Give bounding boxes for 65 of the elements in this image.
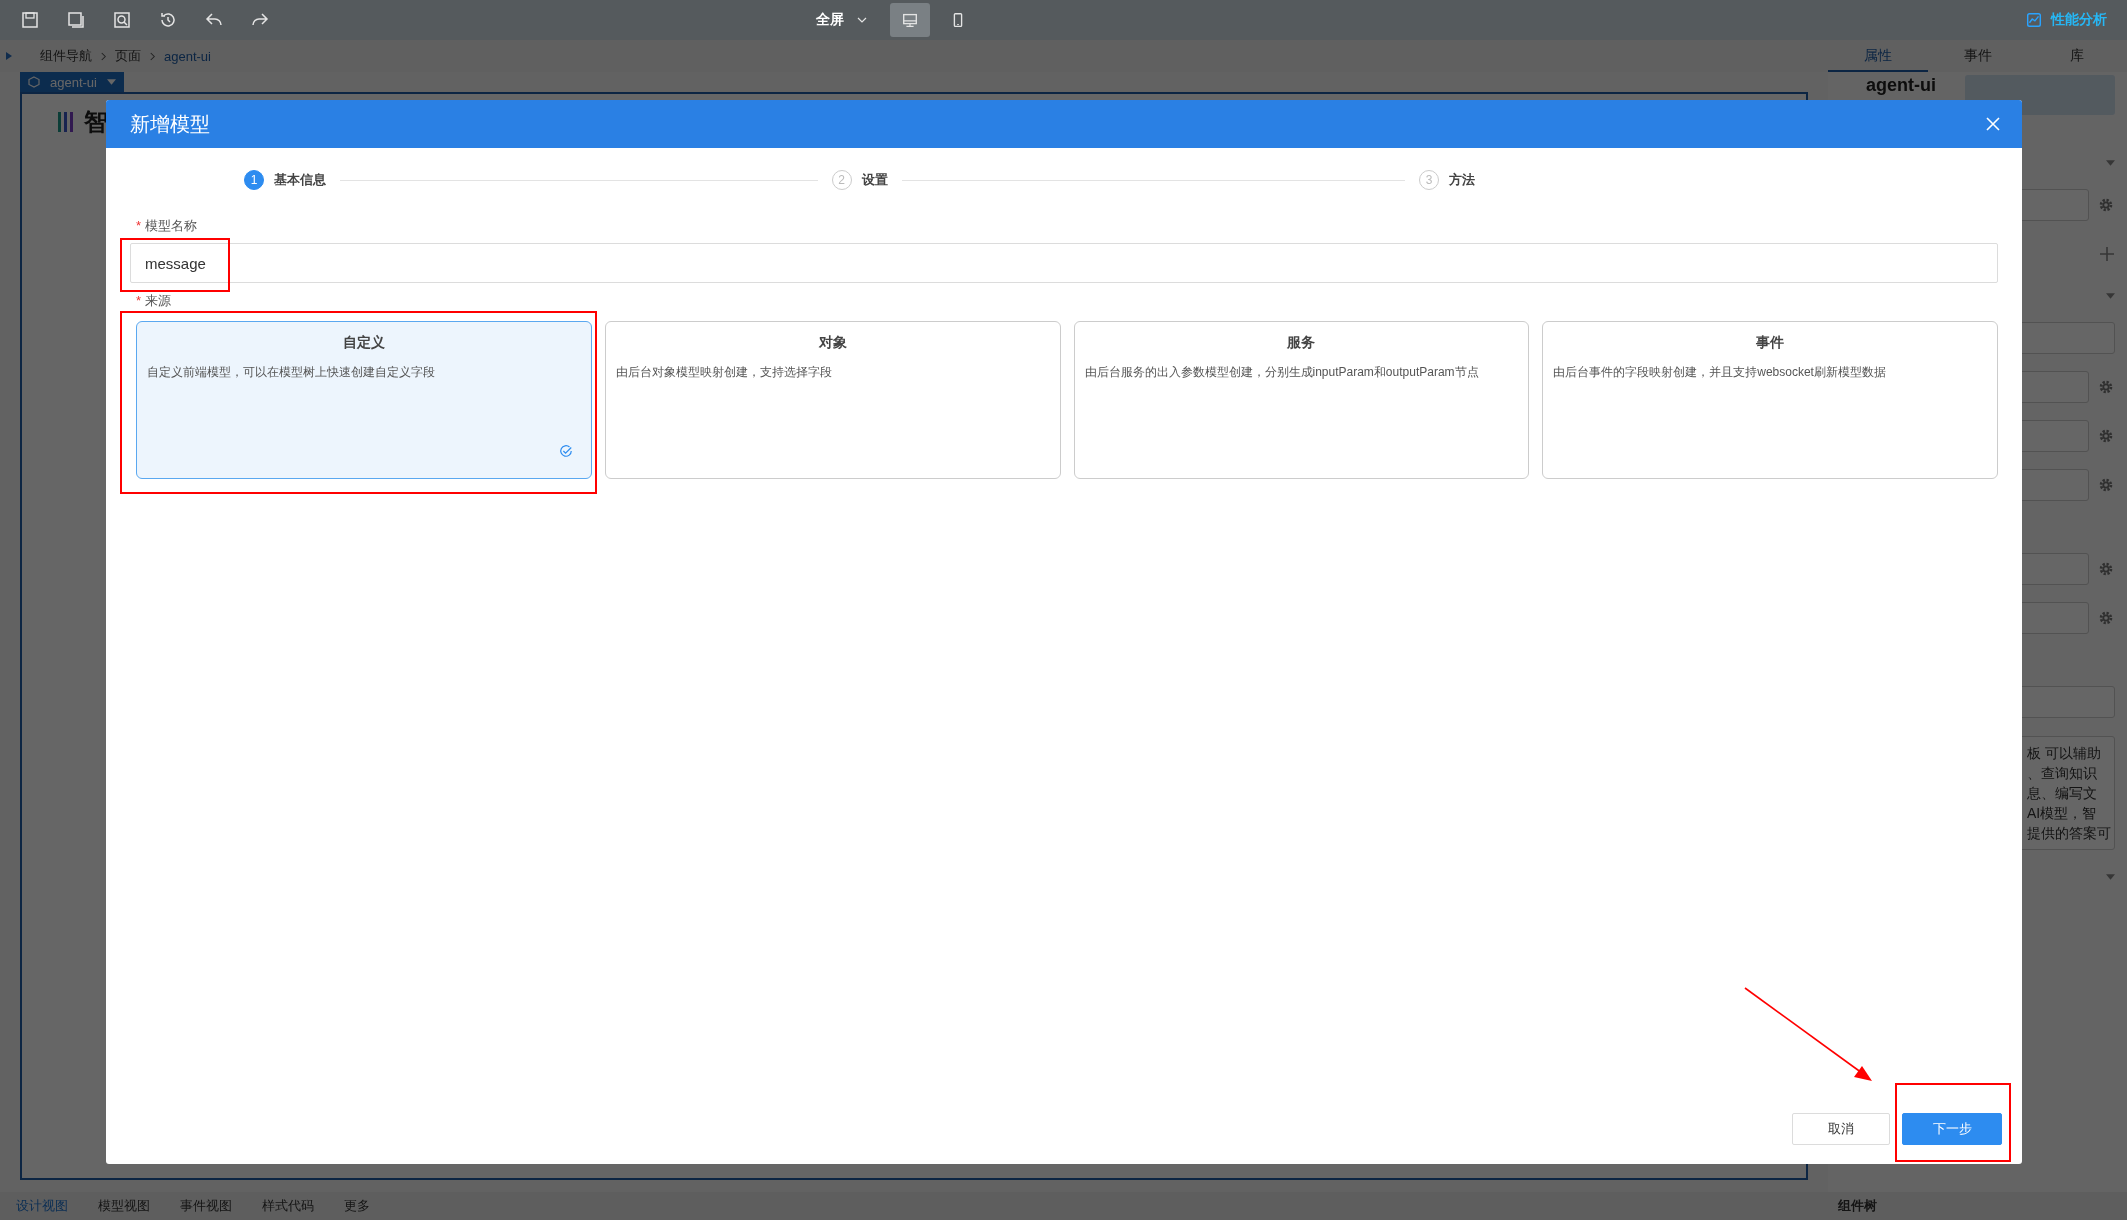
breadcrumb-item[interactable]: 组件导航: [40, 47, 92, 65]
chevron-icon: [100, 51, 107, 61]
breadcrumb-item[interactable]: 页面: [115, 47, 141, 65]
view-tab[interactable]: 设计视图: [16, 1197, 68, 1215]
step-label: 方法: [1449, 171, 1475, 189]
settings-icon[interactable]: [2097, 609, 2115, 627]
caret-icon[interactable]: [2106, 874, 2115, 880]
save-icon[interactable]: [20, 10, 40, 30]
caret-icon[interactable]: [2106, 293, 2115, 299]
panel-tab[interactable]: 库: [2027, 40, 2127, 72]
panel-tab[interactable]: 事件: [1927, 40, 2028, 72]
breadcrumb-item[interactable]: agent-ui: [164, 48, 211, 64]
option-description: 由后台对象模型映射创建，支持选择字段: [615, 364, 833, 381]
required-mark: *: [136, 293, 142, 308]
source-option-card[interactable]: 对象 由后台对象模型映射创建，支持选择字段: [604, 321, 1061, 479]
caret-icon[interactable]: [2106, 160, 2115, 166]
chart-icon[interactable]: [2025, 11, 2043, 29]
field-label: 来源: [145, 293, 172, 308]
settings-icon[interactable]: [2097, 560, 2115, 578]
option-description: 自定义前端模型，可以在模型树上快速创建自定义字段: [147, 364, 436, 381]
source-option-card[interactable]: 事件 由后台事件的字段映射创建，并且支持websocket刷新模型数据: [1542, 321, 1998, 479]
settings-icon[interactable]: [2097, 427, 2115, 445]
view-tab[interactable]: 事件视图: [180, 1197, 232, 1215]
view-tab[interactable]: 模型视图: [98, 1197, 150, 1215]
settings-icon[interactable]: [2097, 378, 2115, 396]
caret-icon[interactable]: [107, 79, 116, 85]
cube-icon: [28, 76, 40, 88]
option-title: 事件: [1755, 334, 1786, 352]
logo-icon: [56, 110, 76, 134]
cancel-button[interactable]: 取消: [1792, 1113, 1890, 1145]
option-description: 由后台事件的字段映射创建，并且支持websocket刷新模型数据: [1553, 364, 1887, 381]
option-description: 由后台服务的出入参数模型创建，分别生成inputParam和outputParam节点: [1084, 364, 1480, 381]
settings-icon[interactable]: [2097, 196, 2115, 214]
close-icon[interactable]: [1986, 117, 2000, 131]
app-title: 智: [84, 107, 108, 137]
settings-icon[interactable]: [2097, 476, 2115, 494]
monitor-icon[interactable]: [901, 11, 919, 29]
component-tab[interactable]: agent-ui: [20, 72, 124, 92]
performance-link[interactable]: 性能分析: [2051, 11, 2107, 29]
dialog-title: 新增模型: [130, 111, 210, 137]
panel-tab[interactable]: 属性: [1828, 40, 1928, 72]
step-label: 基本信息: [274, 171, 326, 189]
option-title: 服务: [1286, 334, 1317, 352]
option-title: 自定义: [341, 334, 386, 352]
step-label: 设置: [861, 171, 888, 189]
field-label: 模型名称: [145, 218, 198, 233]
view-tab[interactable]: 样式代码: [262, 1197, 314, 1215]
next-button[interactable]: 下一步: [1902, 1113, 2002, 1145]
option-title: 对象: [817, 334, 848, 352]
history-icon[interactable]: [158, 10, 178, 30]
required-mark: *: [136, 218, 142, 233]
chevron-icon: [149, 51, 156, 61]
desktop-view-button[interactable]: [890, 3, 930, 37]
panel-footer-title: 组件树: [1838, 1197, 1877, 1215]
step-number: 1: [244, 170, 264, 190]
source-option-card[interactable]: 自定义 自定义前端模型，可以在模型树上快速创建自定义字段: [136, 321, 592, 479]
check-icon: [558, 444, 573, 458]
component-name: agent-ui: [1866, 75, 1936, 96]
preview-icon[interactable]: [112, 10, 132, 30]
view-select[interactable]: 全屏: [816, 11, 882, 29]
view-tab[interactable]: 更多: [344, 1197, 370, 1215]
source-option-card[interactable]: 服务 由后台服务的出入参数模型创建，分别生成inputParam和outputParam节点: [1073, 321, 1530, 479]
model-name-field[interactable]: message: [130, 243, 1998, 283]
expand-icon[interactable]: [6, 52, 12, 60]
save-as-icon[interactable]: [66, 10, 86, 30]
